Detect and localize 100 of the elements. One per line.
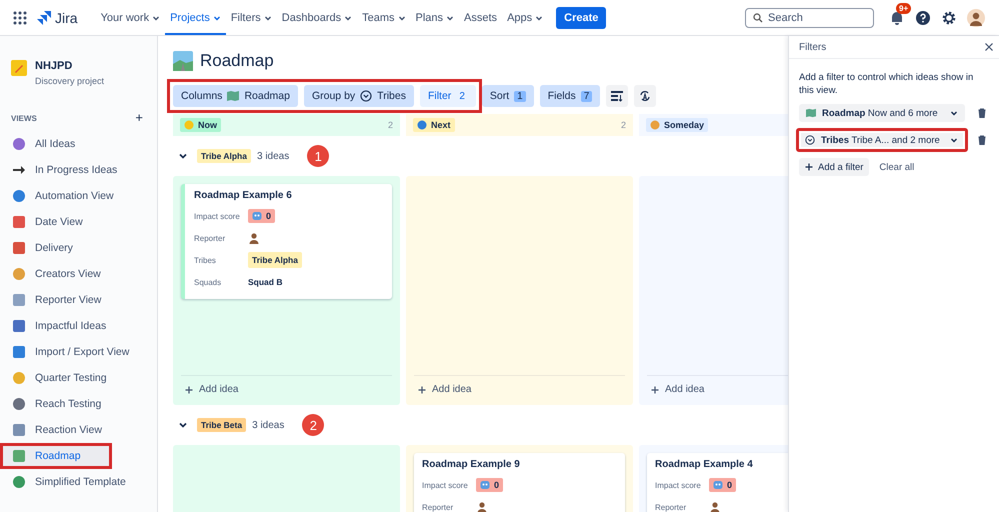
- field-label: Reporter: [655, 502, 688, 512]
- field-label: Reporter: [422, 502, 454, 512]
- annotation-marker: 1: [307, 145, 330, 167]
- logo-icon[interactable]: [36, 10, 52, 26]
- sidebar-view-item[interactable]: Automation View: [0, 183, 157, 209]
- sidebar-view-item[interactable]: Reporter View: [0, 287, 157, 313]
- list-sort-icon: [611, 90, 624, 102]
- score-badge: 0: [248, 209, 276, 223]
- clear-all-button[interactable]: Clear all: [879, 162, 914, 172]
- project-name[interactable]: NHJPD: [35, 60, 104, 72]
- search-icon: [753, 12, 763, 22]
- annotation-marker: 2: [302, 414, 324, 436]
- tribe-tag: Tribe Beta: [197, 418, 246, 432]
- add-idea-button[interactable]: Add idea: [414, 375, 625, 397]
- nav-menu-item[interactable]: Your work: [96, 0, 166, 35]
- nav-menu-item[interactable]: Apps: [502, 0, 548, 35]
- notification-count: 9+: [896, 2, 912, 14]
- sidebar-view-item[interactable]: Impactful Ideas: [0, 313, 157, 339]
- layout-icon-button[interactable]: [606, 85, 628, 107]
- search-input[interactable]: Search: [768, 12, 868, 24]
- create-button[interactable]: Create: [556, 6, 606, 28]
- sidebar-view-item[interactable]: Import / Export View: [0, 339, 157, 365]
- trash-icon[interactable]: [977, 135, 987, 145]
- map-icon: [806, 108, 816, 118]
- card-title: Roadmap Example 6: [194, 190, 293, 201]
- add-view-button[interactable]: +: [135, 113, 143, 123]
- tribe-tag: Tribe Alpha: [248, 252, 302, 268]
- view-title: Roadmap: [200, 51, 274, 71]
- panel-description: Add a filter to control which ideas show in this view.: [799, 71, 974, 97]
- chevron-icon[interactable]: [178, 151, 188, 161]
- circle-chevron-icon: [805, 135, 815, 145]
- robot-icon: [480, 480, 490, 490]
- card-title: Roadmap Example 9: [422, 459, 521, 470]
- column-tag[interactable]: Now: [180, 118, 221, 132]
- avatar-icon: [248, 232, 260, 244]
- score-badge: 0: [476, 478, 504, 492]
- idea-card[interactable]: Roadmap Example 6 Impact score 0 Reporter Tribes Tribe Alpha Squads Squad B: [181, 184, 392, 299]
- close-icon[interactable]: [984, 42, 994, 52]
- chevron-down-icon: [950, 136, 958, 144]
- plus-icon: [418, 386, 426, 394]
- nav-menu-item[interactable]: Teams: [357, 0, 411, 35]
- sidebar-view-item[interactable]: Simplified Template: [0, 469, 157, 495]
- field-value: Squad B: [248, 277, 282, 287]
- sidebar-view-item[interactable]: Creators View: [0, 261, 157, 287]
- sidebar-view-item[interactable]: All Ideas: [0, 131, 157, 157]
- nav-menu-item[interactable]: Assets: [459, 0, 502, 35]
- column-count: 2: [388, 120, 393, 130]
- add-idea-button[interactable]: Add idea: [181, 375, 392, 397]
- filter-dropdown[interactable]: Tribes Tribe A... and 2 more: [796, 128, 968, 152]
- robot-icon: [252, 211, 262, 221]
- nav-menu-item[interactable]: Dashboards: [276, 0, 358, 35]
- idea-card[interactable]: Roadmap Example 4 Impact score 0 Reporter: [647, 453, 788, 512]
- robot-icon: [713, 480, 723, 490]
- chevron-down-icon: [950, 109, 958, 117]
- sidebar-view-item[interactable]: Delivery: [0, 235, 157, 261]
- column-emoji-icon: [184, 120, 194, 130]
- search-field[interactable]: Search: [745, 8, 874, 28]
- trash-icon[interactable]: [977, 108, 987, 118]
- view-count-button[interactable]: Filter 2: [420, 85, 476, 107]
- score-badge: 0: [709, 478, 736, 492]
- idea-count: 3 ideas: [252, 420, 284, 430]
- project-pencil-icon: [11, 60, 27, 76]
- help-icon[interactable]: [915, 10, 931, 26]
- view-option-button[interactable]: Group by Tribes: [304, 85, 414, 107]
- auto-sort-icon-button[interactable]: [634, 85, 656, 107]
- field-label: Impact score: [655, 480, 702, 490]
- sidebar-view-item[interactable]: Reach Testing: [0, 391, 157, 417]
- view-count-button[interactable]: Fields 7: [540, 85, 600, 107]
- column-tag[interactable]: Next: [413, 118, 455, 132]
- notification-bell-icon[interactable]: [889, 10, 905, 26]
- sidebar-view-item[interactable]: Date View: [0, 209, 157, 235]
- field-label: Impact score: [194, 212, 241, 220]
- field-label: Reporter: [194, 234, 226, 242]
- tribe-tag: Tribe Alpha: [197, 149, 251, 163]
- settings-icon[interactable]: [941, 10, 957, 26]
- project-type: Discovery project: [35, 76, 104, 86]
- column-tag[interactable]: Someday: [646, 118, 708, 132]
- sidebar-view-item[interactable]: Roadmap: [0, 443, 112, 469]
- nav-menu-item[interactable]: Filters: [226, 0, 277, 35]
- refresh-icon: [639, 90, 652, 102]
- filter-dropdown[interactable]: Roadmap Now and 6 more: [799, 104, 965, 122]
- add-filter-button[interactable]: Add a filter: [799, 158, 870, 176]
- chevron-icon[interactable]: [178, 420, 188, 430]
- idea-card[interactable]: Roadmap Example 9 Impact score 0 Reporter: [414, 453, 625, 512]
- avatar-icon: [476, 501, 488, 512]
- avatar-icon: [709, 501, 721, 512]
- nav-menu-item[interactable]: Projects: [165, 0, 226, 35]
- sidebar-view-item[interactable]: In Progress Ideas: [0, 157, 157, 183]
- avatar-icon[interactable]: [967, 8, 985, 26]
- sidebar-view-item[interactable]: Reaction View: [0, 417, 157, 443]
- app-switcher-icon[interactable]: [12, 10, 28, 26]
- view-count-button[interactable]: Sort 1: [482, 85, 534, 107]
- column-emoji-icon: [417, 120, 427, 130]
- product-name[interactable]: Jira: [55, 10, 78, 26]
- sidebar-view-item[interactable]: Quarter Testing: [0, 365, 157, 391]
- column-count: 2: [620, 120, 626, 130]
- field-label: Impact score: [422, 480, 469, 490]
- nav-menu-item[interactable]: Plans: [410, 0, 460, 35]
- view-option-button[interactable]: Columns Roadmap: [173, 85, 298, 107]
- card-title: Roadmap Example 4: [655, 459, 754, 470]
